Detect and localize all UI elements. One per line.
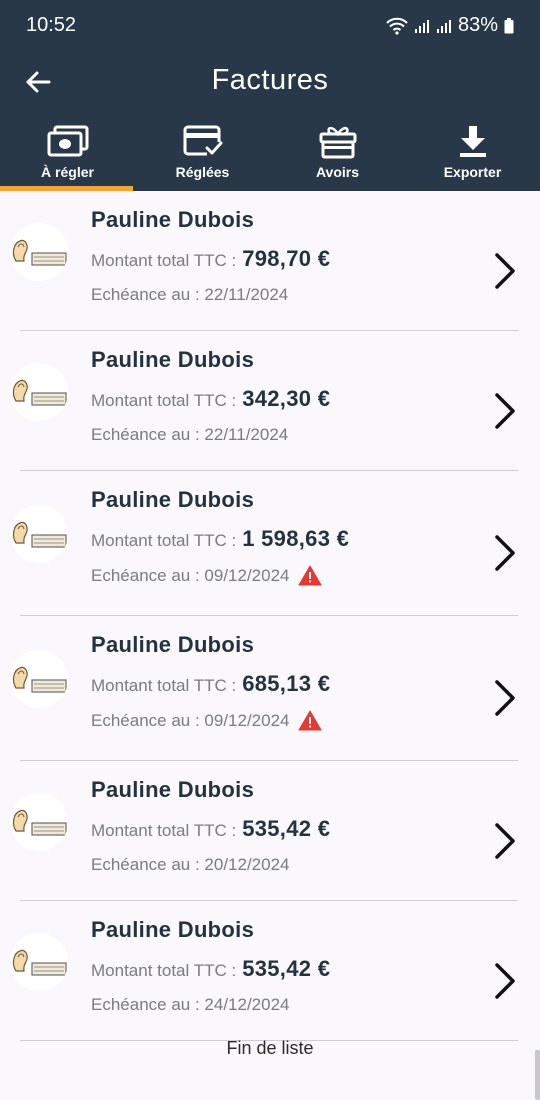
invoice-item[interactable]: Pauline Dubois Montant total TTC : 1 598… bbox=[0, 471, 540, 616]
tab-exporter[interactable]: Exporter bbox=[405, 120, 540, 191]
invoice-due-row: Echéance au : 22/11/2024 bbox=[91, 285, 288, 305]
tab-bar: À régler Réglées Avoirs Exporter bbox=[0, 120, 540, 191]
invoice-amount-row: Montant total TTC : 798,70 € bbox=[91, 246, 330, 272]
status-time: 10:52 bbox=[26, 14, 77, 36]
invoice-due-row: Echéance au : 24/12/2024 bbox=[91, 995, 290, 1015]
invoice-amount-row: Montant total TTC : 342,30 € bbox=[91, 386, 330, 412]
invoice-item[interactable]: Pauline Dubois Montant total TTC : 535,4… bbox=[0, 901, 540, 1041]
avatar bbox=[10, 793, 68, 851]
wifi-icon bbox=[386, 17, 408, 35]
status-icons: 83% bbox=[386, 14, 514, 37]
amount-label: Montant total TTC : bbox=[91, 676, 237, 695]
battery-icon bbox=[504, 17, 514, 34]
amount-value: 535,42 € bbox=[242, 956, 331, 981]
invoice-amount-row: Montant total TTC : 1 598,63 € bbox=[91, 526, 349, 552]
download-icon bbox=[405, 124, 540, 160]
amount-label: Montant total TTC : bbox=[91, 821, 237, 840]
invoice-item[interactable]: Pauline Dubois Montant total TTC : 798,7… bbox=[0, 191, 540, 331]
app-header: 10:52 83% Factures À régler Réglées Avoi… bbox=[0, 0, 540, 191]
tab-a-regler[interactable]: À régler bbox=[0, 120, 135, 191]
amount-value: 798,70 € bbox=[242, 246, 331, 271]
amount-label: Montant total TTC : bbox=[91, 961, 237, 980]
amount-label: Montant total TTC : bbox=[91, 251, 237, 270]
warning-icon bbox=[298, 565, 322, 586]
due-date: Echéance au : 22/11/2024 bbox=[91, 285, 289, 304]
cash-icon bbox=[0, 124, 135, 160]
invoice-item[interactable]: Pauline Dubois Montant total TTC : 685,1… bbox=[0, 616, 540, 761]
avatar bbox=[10, 933, 68, 991]
battery-percent: 83% bbox=[457, 14, 498, 36]
amount-value: 1 598,63 € bbox=[242, 526, 350, 551]
due-date: Echéance au : 24/12/2024 bbox=[91, 995, 290, 1014]
amount-label: Montant total TTC : bbox=[91, 531, 237, 550]
tab-reglees[interactable]: Réglées bbox=[135, 120, 270, 191]
invoice-list: Pauline Dubois Montant total TTC : 798,7… bbox=[0, 191, 540, 1041]
chevron-right-icon bbox=[495, 963, 515, 999]
tab-avoirs[interactable]: Avoirs bbox=[270, 120, 405, 191]
avatar bbox=[10, 505, 68, 563]
signal-icon bbox=[414, 18, 430, 34]
tab-label: Avoirs bbox=[315, 164, 360, 180]
amount-value: 685,13 € bbox=[242, 671, 331, 696]
invoice-amount-row: Montant total TTC : 535,42 € bbox=[91, 956, 330, 982]
tab-label: Exporter bbox=[443, 164, 502, 180]
amount-value: 342,30 € bbox=[242, 386, 331, 411]
card-check-icon bbox=[135, 124, 270, 160]
invoice-amount-row: Montant total TTC : 535,42 € bbox=[91, 816, 330, 842]
chevron-right-icon bbox=[495, 393, 515, 429]
chevron-right-icon bbox=[495, 823, 515, 859]
due-date: Echéance au : 22/11/2024 bbox=[91, 425, 289, 444]
tab-label: Réglées bbox=[175, 164, 230, 180]
invoice-client-name: Pauline Dubois bbox=[91, 207, 255, 232]
due-date: Echéance au : 09/12/2024 bbox=[91, 710, 290, 730]
invoice-client-name: Pauline Dubois bbox=[91, 347, 255, 372]
invoice-item[interactable]: Pauline Dubois Montant total TTC : 535,4… bbox=[0, 761, 540, 901]
avatar bbox=[10, 363, 68, 421]
signal-icon-2 bbox=[436, 18, 452, 34]
avatar bbox=[10, 650, 68, 708]
invoice-amount-row: Montant total TTC : 685,13 € bbox=[91, 671, 330, 697]
invoice-due-row: Echéance au : 22/11/2024 bbox=[91, 425, 288, 445]
gift-icon bbox=[270, 124, 405, 160]
page-title: Factures bbox=[211, 64, 329, 96]
warning-icon bbox=[298, 710, 322, 731]
invoice-client-name: Pauline Dubois bbox=[91, 917, 255, 942]
invoice-item[interactable]: Pauline Dubois Montant total TTC : 342,3… bbox=[0, 331, 540, 471]
invoice-client-name: Pauline Dubois bbox=[91, 777, 255, 802]
tab-label: À régler bbox=[41, 164, 94, 180]
invoice-client-name: Pauline Dubois bbox=[91, 632, 255, 657]
due-date: Echéance au : 09/12/2024 bbox=[91, 565, 290, 585]
chevron-right-icon bbox=[495, 253, 515, 289]
title-bar: Factures bbox=[0, 56, 540, 106]
invoice-due-row: Echéance au : 20/12/2024 bbox=[91, 855, 290, 875]
chevron-right-icon bbox=[495, 535, 515, 571]
amount-value: 535,42 € bbox=[242, 816, 331, 841]
end-of-list-label: Fin de liste bbox=[226, 1038, 314, 1058]
invoice-client-name: Pauline Dubois bbox=[91, 487, 255, 512]
scrollbar[interactable] bbox=[535, 1050, 540, 1100]
invoice-due-row: Echéance au : 09/12/2024 bbox=[91, 710, 322, 731]
amount-label: Montant total TTC : bbox=[91, 391, 237, 410]
due-date: Echéance au : 20/12/2024 bbox=[91, 855, 290, 874]
invoice-due-row: Echéance au : 09/12/2024 bbox=[91, 565, 322, 586]
avatar bbox=[10, 223, 68, 281]
status-bar: 10:52 83% bbox=[0, 0, 540, 50]
chevron-right-icon bbox=[495, 680, 515, 716]
